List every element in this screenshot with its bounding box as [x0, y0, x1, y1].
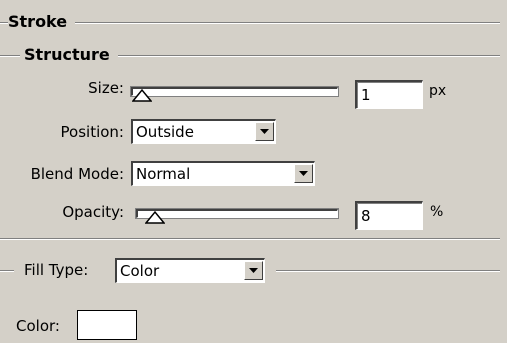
chevron-down-icon — [249, 268, 258, 273]
color-label: Color: — [16, 317, 60, 335]
blend-mode-label: Blend Mode: — [30, 165, 124, 183]
size-label: Size: — [88, 79, 124, 97]
size-input[interactable]: 1 — [355, 80, 423, 109]
structure-title: Structure — [20, 45, 118, 64]
blend-mode-select[interactable]: Normal — [131, 161, 315, 186]
position-label: Position: — [60, 123, 124, 141]
opacity-unit: % — [430, 204, 444, 220]
blend-mode-value: Normal — [136, 165, 191, 183]
color-swatch[interactable] — [77, 310, 137, 340]
size-value: 1 — [361, 86, 371, 104]
section-divider — [0, 238, 500, 240]
size-slider-track[interactable] — [131, 87, 338, 96]
chevron-down-icon — [299, 171, 308, 176]
size-unit: px — [429, 83, 447, 99]
opacity-slider-thumb[interactable] — [145, 210, 165, 224]
chevron-down-icon — [260, 129, 269, 134]
position-value: Outside — [136, 123, 194, 141]
fill-type-rule-right — [276, 270, 500, 272]
position-dropdown-button[interactable] — [255, 122, 274, 141]
position-select[interactable]: Outside — [131, 119, 276, 144]
fill-type-value: Color — [120, 262, 160, 280]
opacity-slider-track[interactable] — [136, 209, 338, 218]
size-slider-thumb[interactable] — [132, 88, 152, 102]
stroke-title: Stroke — [8, 12, 76, 31]
fill-type-dropdown-button[interactable] — [244, 261, 263, 280]
opacity-value: 8 — [361, 207, 371, 225]
blend-mode-dropdown-button[interactable] — [294, 164, 313, 183]
opacity-label: Opacity: — [62, 203, 124, 221]
fill-type-select[interactable]: Color — [115, 258, 265, 283]
fill-type-label: Fill Type: — [24, 261, 89, 279]
fill-type-rule-left — [0, 270, 14, 272]
opacity-input[interactable]: 8 — [355, 201, 423, 230]
